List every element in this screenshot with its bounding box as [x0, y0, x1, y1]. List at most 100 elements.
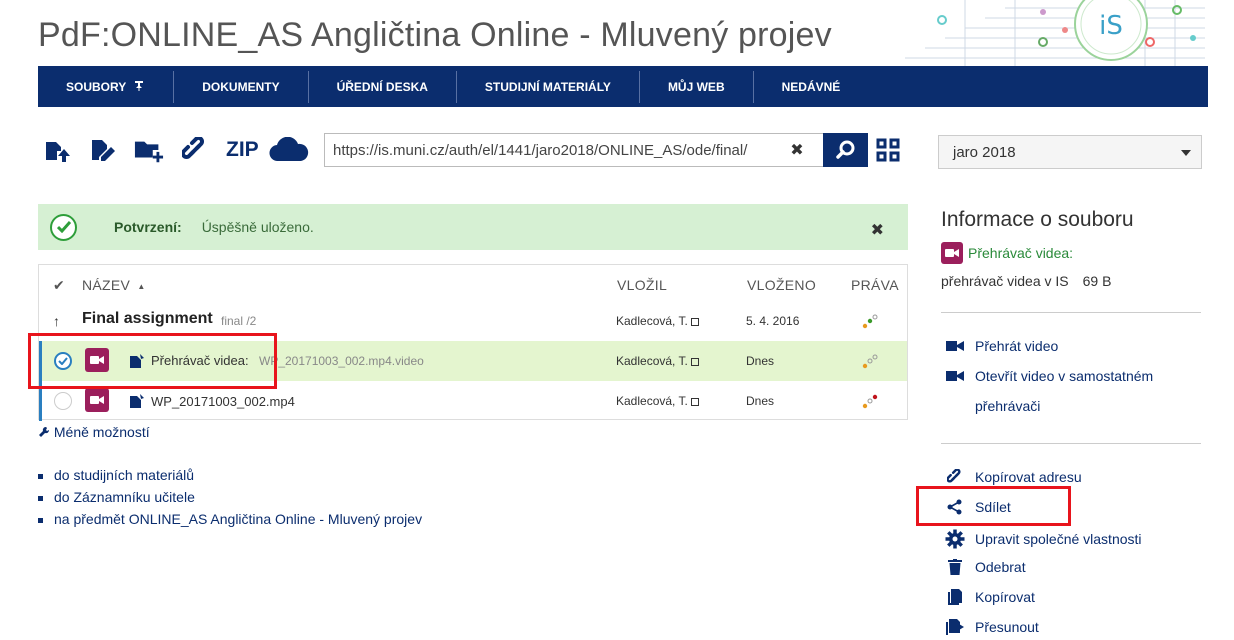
nav-uredni-deska[interactable]: ÚŘEDNÍ DESKA — [309, 70, 457, 103]
action-label: přehrávači — [975, 398, 1041, 414]
move-action[interactable]: Přesunout — [944, 619, 1039, 635]
close-alert-icon[interactable]: ✖ — [871, 220, 884, 240]
search-icon — [835, 140, 854, 159]
less-options-label: Méně možností — [53, 424, 150, 440]
link-icon — [944, 469, 966, 485]
zip-button[interactable]: ZIP — [226, 138, 259, 162]
header-name[interactable]: NÁZEV ▲ — [82, 277, 146, 293]
nav-soubory[interactable]: SOUBORY — [38, 70, 175, 103]
permissions-icon[interactable] — [862, 314, 878, 330]
user-card-icon[interactable] — [690, 397, 699, 406]
action-label: Přesunout — [975, 619, 1039, 635]
pin-icon — [133, 79, 145, 94]
video-camera-icon — [85, 388, 109, 412]
uploaded-date: 5. 4. 2016 — [746, 314, 800, 328]
nav-dokumenty[interactable]: DOKUMENTY — [174, 70, 309, 103]
table-row[interactable]: WP_20171003_002.mp4 Kadlecová, T. Dnes — [39, 381, 907, 421]
header-name-label: NÁZEV — [82, 277, 131, 293]
uploaded-date: Dnes — [746, 354, 775, 368]
uploaded-by: Kadlecová, T. — [616, 394, 699, 408]
share-icon — [944, 499, 966, 515]
play-video-action[interactable]: Přehrát video — [944, 338, 1058, 354]
open-video-standalone-action[interactable]: Otevřít video v samostatném — [944, 368, 1153, 384]
logo-text: iS — [1099, 11, 1123, 41]
move-icon — [944, 619, 966, 635]
copy-action[interactable]: Kopírovat — [944, 589, 1035, 605]
nav-label: SOUBORY — [66, 79, 127, 94]
video-camera-icon — [85, 348, 109, 372]
trash-icon — [944, 559, 966, 575]
table-row[interactable]: Přehrávač videa: WP_20171003_002.mp4.vid… — [39, 341, 907, 381]
open-video-standalone-action-cont[interactable]: přehrávači — [975, 398, 1040, 414]
main-nav: SOUBORY DOKUMENTY ÚŘEDNÍ DESKA STUDIJNÍ … — [38, 66, 1208, 107]
copy-address-action[interactable]: Kopírovat adresu — [944, 469, 1082, 485]
search-button[interactable] — [823, 133, 868, 167]
action-label: Kopírovat adresu — [975, 469, 1082, 485]
info-title: Informace o souboru — [941, 208, 1134, 231]
list-item: do studijních materiálů — [38, 464, 422, 486]
parent-folder-name[interactable]: Final assignment — [82, 310, 213, 328]
semester-value: jaro 2018 — [953, 143, 1016, 161]
permissions-icon[interactable] — [862, 354, 878, 370]
nav-nedavne[interactable]: NEDÁVNÉ — [754, 71, 869, 103]
action-label: Přehrát video — [975, 338, 1059, 354]
row-radio[interactable] — [54, 392, 72, 410]
parent-folder-row[interactable]: ↑ Final assignment final /2 Kadlecová, T… — [39, 301, 907, 341]
link-icon[interactable] — [180, 134, 210, 166]
info-size: 69 B — [1082, 273, 1112, 289]
nav-muj-web[interactable]: MŮJ WEB — [640, 70, 754, 103]
divider — [941, 443, 1201, 444]
row-radio-checked[interactable] — [54, 352, 72, 370]
link-study-materials[interactable]: do studijních materiálů — [54, 467, 194, 483]
file-table: ✔ NÁZEV ▲ VLOŽIL VLOŽENO PRÁVA ↑ Final a… — [38, 264, 908, 421]
clear-url-icon[interactable]: ✖ — [780, 140, 814, 160]
is-logo[interactable]: iS — [905, 0, 1205, 68]
header-uploaded-by[interactable]: VLOŽIL — [617, 277, 667, 293]
gear-icon — [944, 529, 966, 549]
permissions-icon[interactable] — [862, 394, 878, 410]
parent-folder-path: final /2 — [221, 314, 257, 328]
row-name[interactable]: WP_20171003_002.mp4 — [151, 394, 295, 409]
url-input[interactable] — [325, 135, 780, 165]
share-action[interactable]: Sdílet — [944, 499, 1011, 515]
uploader-name: Kadlecová, T. — [616, 394, 688, 408]
header-uploaded[interactable]: VLOŽENO — [747, 277, 816, 293]
user-card-icon[interactable] — [690, 357, 699, 366]
info-type-label: Přehrávač videa: — [968, 245, 1074, 261]
video-camera-icon — [944, 370, 966, 382]
divider — [941, 312, 1201, 313]
nav-studijni-materialy[interactable]: STUDIJNÍ MATERIÁLY — [457, 70, 640, 103]
list-item: na předmět ONLINE_AS Angličtina Online -… — [38, 508, 422, 530]
row-filename: WP_20171003_002.mp4.video — [259, 354, 424, 368]
link-course[interactable]: na předmět ONLINE_AS Angličtina Online -… — [54, 511, 422, 527]
uploader-name: Kadlecová, T. — [616, 354, 688, 368]
info-description: přehrávač videa v IS 69 B — [941, 273, 1111, 289]
cloud-icon[interactable] — [269, 134, 309, 166]
info-type: Přehrávač videa: — [941, 242, 1073, 264]
upload-file-icon[interactable] — [42, 134, 72, 166]
new-folder-icon[interactable] — [134, 134, 164, 166]
user-card-icon[interactable] — [690, 317, 699, 326]
action-label: Sdílet — [975, 499, 1011, 515]
video-camera-icon — [941, 242, 963, 264]
action-label: Upravit společné vlastnosti — [975, 531, 1142, 547]
nav-links: do studijních materiálů do Záznamníku uč… — [38, 464, 422, 530]
select-all-check[interactable]: ✔ — [53, 277, 65, 294]
list-item: do Záznamníku učitele — [38, 486, 422, 508]
page-title: PdF:ONLINE_AS Angličtina Online - Mluven… — [38, 16, 832, 54]
link-teacher-notebook[interactable]: do Záznamníku učitele — [54, 489, 195, 505]
grid-view-icon[interactable] — [876, 138, 900, 162]
url-field: ✖ — [324, 133, 824, 167]
action-label: Otevřít video v samostatném — [975, 368, 1154, 384]
semester-select[interactable]: jaro 2018 — [938, 135, 1202, 169]
sort-asc-icon: ▲ — [137, 281, 146, 291]
check-circle-icon — [50, 213, 77, 241]
edit-file-icon[interactable] — [88, 134, 118, 166]
alert-message: Úspěšně uloženo. — [201, 219, 314, 235]
row-name[interactable]: Přehrávač videa: — [151, 353, 249, 368]
toolbar: ZIP — [42, 132, 325, 168]
remove-action[interactable]: Odebrat — [944, 559, 1026, 575]
edit-properties-action[interactable]: Upravit společné vlastnosti — [944, 529, 1142, 549]
header-rights[interactable]: PRÁVA — [851, 277, 899, 293]
less-options-link[interactable]: Méně možností — [38, 424, 150, 440]
